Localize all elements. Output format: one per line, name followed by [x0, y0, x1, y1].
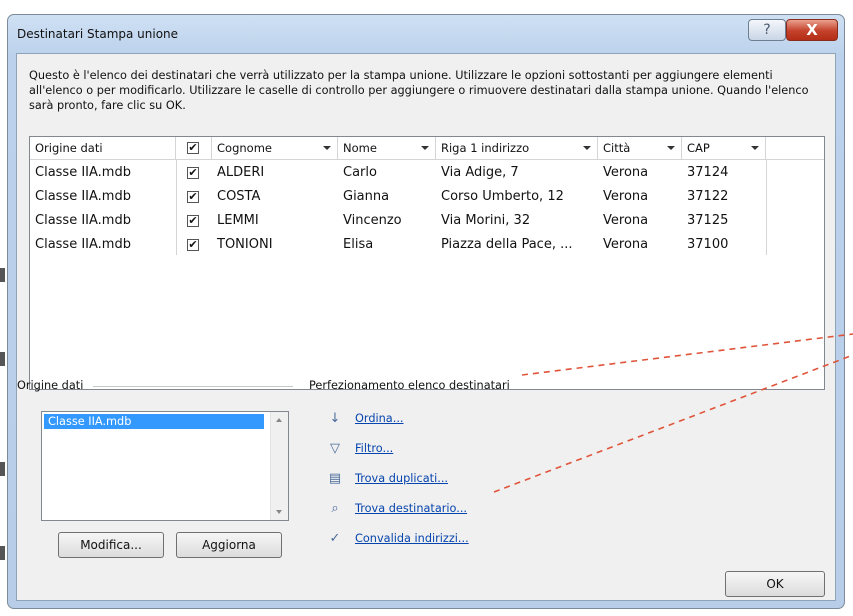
annotation-line-find: [493, 354, 853, 493]
annotation-line-refine: [521, 333, 853, 376]
annotation-lines: [493, 333, 853, 493]
